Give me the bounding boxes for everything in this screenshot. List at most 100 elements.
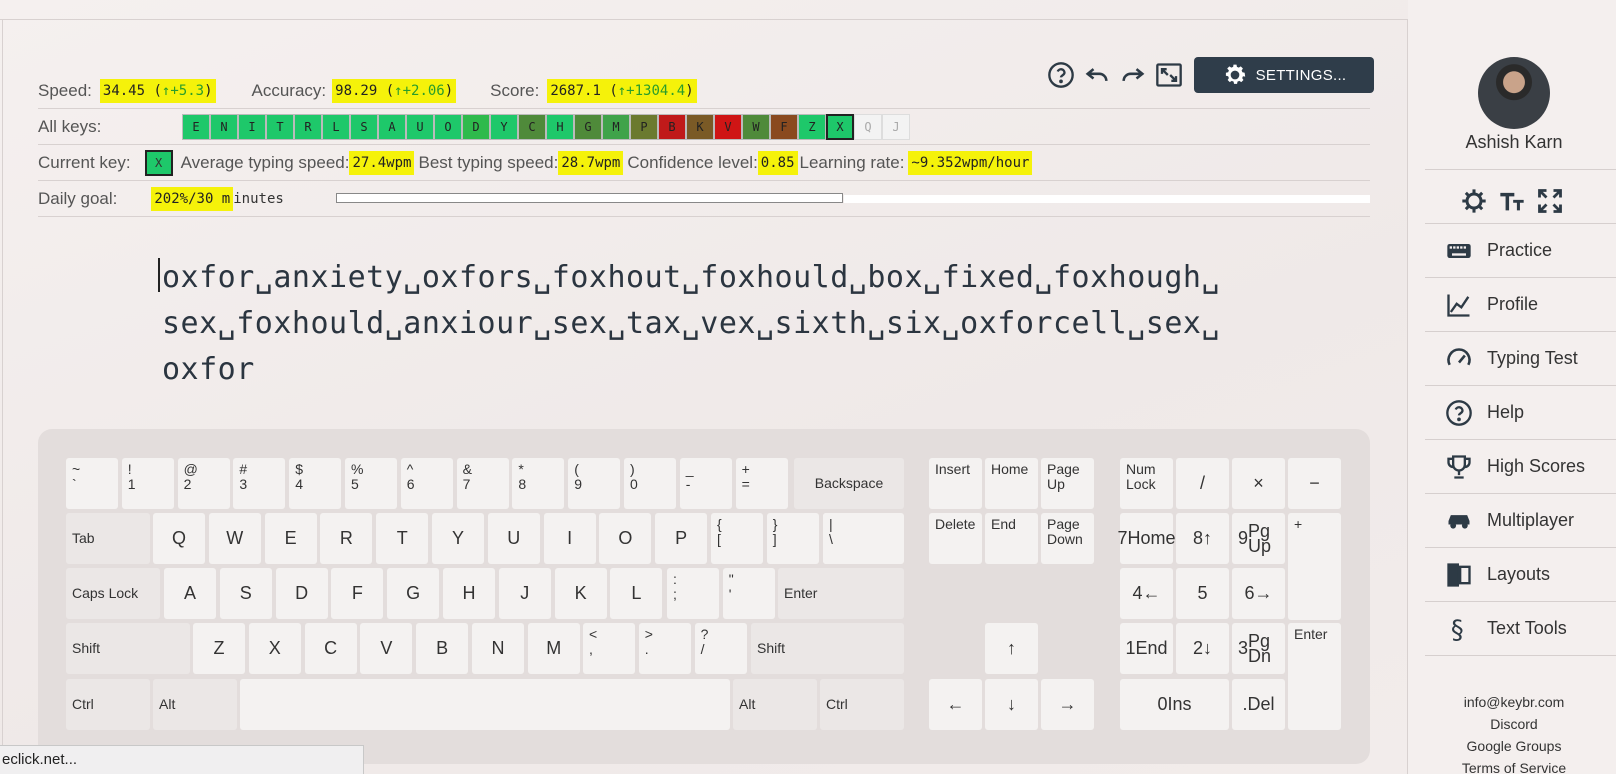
key-end[interactable]: End [985,513,1038,564]
key-sym[interactable]: <, [583,623,635,674]
key-delete[interactable]: Delete [929,513,982,564]
key-stat-y[interactable]: Y [490,114,518,140]
key-num-plus[interactable]: + [1288,513,1341,620]
key-stat-v[interactable]: V [714,114,742,140]
key-p[interactable]: P [655,513,708,564]
key-stat-w[interactable]: W [742,114,770,140]
key-sym[interactable]: }] [766,513,819,564]
key-stat-t[interactable]: T [266,114,294,140]
key-k[interactable]: K [554,568,607,619]
key-sym[interactable]: >. [638,623,691,674]
key-num-slash[interactable]: / [1176,458,1229,509]
key-enter[interactable]: Enter [778,568,904,619]
key-sym[interactable]: " ' [722,568,775,619]
key-num-minus[interactable]: − [1288,458,1341,509]
key--[interactable]: _ - [679,458,732,509]
key-j[interactable]: J [498,568,551,619]
key-num-multiply[interactable]: × [1232,458,1285,509]
key-arrow-up[interactable]: ↑ [985,623,1038,674]
nav-practice[interactable]: Practice [1425,224,1616,278]
key-stat-g[interactable]: G [574,114,602,140]
key-sym[interactable]: :; [667,568,719,619]
key-space[interactable] [240,679,730,730]
key-x[interactable]: X [248,623,301,674]
key-arrow-left[interactable]: ← [929,679,982,730]
avatar[interactable] [1478,57,1550,129]
key-b[interactable]: B [416,623,469,674]
key-stat-p[interactable]: P [630,114,658,140]
key-m[interactable]: M [527,623,580,674]
key-stat-z[interactable]: Z [798,114,826,140]
key-stat-l[interactable]: L [322,114,350,140]
footer-link[interactable]: Terms of Service [1430,760,1598,774]
key-alt-left[interactable]: Alt [153,679,237,730]
key-arrow-right[interactable]: → [1041,679,1094,730]
key-backspace[interactable]: Backspace [794,458,904,509]
key-num-5[interactable]: 5 [1176,568,1229,619]
key-3[interactable]: #3 [233,458,286,509]
key-u[interactable]: U [487,513,540,564]
key-ctrl-right[interactable]: Ctrl [820,679,904,730]
key-stat-f[interactable]: F [770,114,798,140]
key-num-1[interactable]: 1 End [1120,623,1173,674]
key-num-dot[interactable]: . Del [1232,679,1285,730]
key-h[interactable]: H [443,568,495,619]
key-v[interactable]: V [360,623,413,674]
key-l[interactable]: L [610,568,663,619]
key-stat-i[interactable]: I [238,114,266,140]
key-stat-r[interactable]: R [294,114,322,140]
key-stat-c[interactable]: C [518,114,546,140]
key-alt-right[interactable]: Alt [733,679,817,730]
key-shift-left[interactable]: Shift [66,623,190,674]
nav-profile[interactable]: Profile [1425,278,1616,332]
key-f[interactable]: F [331,568,384,619]
key-0[interactable]: ) 0 [624,458,676,509]
key-num-enter[interactable]: Enter [1288,623,1341,730]
key-stat-j[interactable]: J [882,114,910,140]
key-7[interactable]: & 7 [456,458,509,509]
key-num-8[interactable]: 8 ↑ [1176,513,1229,564]
key-stat-u[interactable]: U [406,114,434,140]
key-w[interactable]: W [208,513,261,564]
key-1[interactable]: ! 1 [121,458,174,509]
key-num-0[interactable]: 0 Ins [1120,679,1229,730]
key-5[interactable]: % 5 [345,458,397,509]
key-sym[interactable]: ? / [694,623,747,674]
footer-link[interactable]: info@keybr.com [1430,694,1598,710]
key-a[interactable]: A [164,568,216,619]
key-num-2[interactable]: 2 ↓ [1176,623,1229,674]
key-8[interactable]: * 8 [512,458,565,509]
key-o[interactable]: O [599,513,652,564]
nav-typing-test[interactable]: Typing Test [1425,332,1616,386]
key-6[interactable]: ^ 6 [400,458,453,509]
key-s[interactable]: S [219,568,272,619]
font-size-icon[interactable] [1498,187,1526,215]
key-stat-d[interactable]: D [462,114,490,140]
key-g[interactable]: G [387,568,440,619]
footer-link[interactable]: Discord [1430,716,1598,732]
key-stat-n[interactable]: N [210,114,238,140]
key-stat-s[interactable]: S [350,114,378,140]
key-`[interactable]: ~ ` [66,458,118,509]
key-stat-h[interactable]: H [546,114,574,140]
key-stat-q[interactable]: Q [854,114,882,140]
key-r[interactable]: R [320,513,373,564]
key-tab[interactable]: Tab [66,513,150,564]
nav-multiplayer[interactable]: Multiplayer [1425,494,1616,548]
key-num-4[interactable]: 4 ← [1120,568,1173,619]
key-num-9[interactable]: 9 Pg Up [1232,513,1285,564]
user-name[interactable]: Ashish Karn [1430,132,1598,153]
nav-help[interactable]: Help [1425,386,1616,440]
key-=[interactable]: + = [735,458,788,509]
key-backslash[interactable]: | \ [823,513,904,564]
lesson-text[interactable]: oxfor␣anxiety␣oxfors␣foxhout␣foxhould␣bo… [162,255,1220,393]
nav-high-scores[interactable]: High Scores [1425,440,1616,494]
key-stat-x[interactable]: X [826,114,854,140]
key-arrow-down[interactable]: ↓ [985,679,1038,730]
key-y[interactable]: Y [432,513,484,564]
key-z[interactable]: Z [193,623,245,674]
key-4[interactable]: $4 [289,458,342,509]
key-stat-b[interactable]: B [658,114,686,140]
key-9[interactable]: (9 [568,458,621,509]
key-caps-lock[interactable]: Caps Lock [66,568,160,619]
